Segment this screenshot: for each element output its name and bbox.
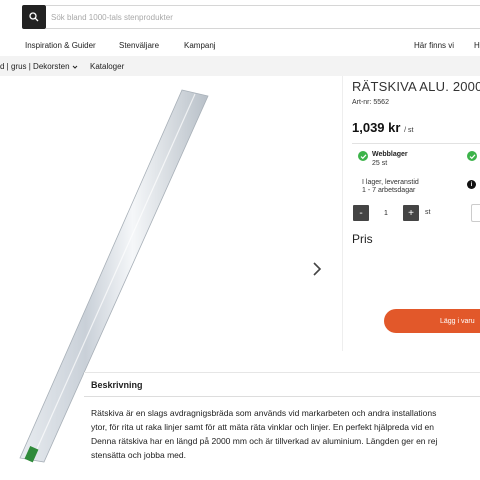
search-icon: [29, 12, 39, 22]
nav-item-stenvaljare[interactable]: Stenväljare: [119, 41, 159, 50]
check-circle-icon: [467, 151, 477, 161]
search-bar: [0, 0, 480, 38]
search-input[interactable]: [46, 6, 480, 28]
secondary-quantity-field[interactable]: [471, 204, 480, 222]
primary-nav: Inspiration & Guider Stenväljare Kampanj…: [0, 36, 480, 56]
next-image-button[interactable]: [312, 262, 322, 281]
description-line: ytor, för rita ut raka linjer samt för a…: [91, 422, 434, 432]
webblager-quantity: 25 st: [372, 160, 388, 167]
quantity-increase-button[interactable]: +: [403, 205, 419, 221]
pris-label: Pris: [352, 232, 373, 246]
check-circle-icon: [358, 151, 368, 161]
description-body: Rätskiva är en slags avdragnigsbräda som…: [91, 406, 480, 462]
description-line: stensätta och jobba med.: [91, 450, 186, 460]
product-price: 1,039 kr / st: [352, 120, 413, 135]
delivery-line-1: I lager, leveranstid: [362, 179, 419, 186]
info-icon[interactable]: i: [467, 180, 476, 189]
nav-item-dekorsten[interactable]: d | grus | Dekorsten: [0, 62, 78, 71]
divider: [84, 396, 480, 397]
nav-item-dekorsten-label: d | grus | Dekorsten: [0, 62, 70, 71]
quantity-decrease-button[interactable]: -: [353, 205, 369, 221]
quantity-input[interactable]: [370, 205, 402, 221]
description-line: Denna rätskiva har en längd på 2000 mm o…: [91, 436, 438, 446]
secondary-nav: d | grus | Dekorsten Kataloger: [0, 56, 480, 76]
description-heading: Beskrivning: [91, 380, 143, 390]
delivery-line-2: 1 - 7 arbetsdagar: [362, 187, 416, 194]
description-line: Rätskiva är en slags avdragnigsbräda som…: [91, 408, 437, 418]
price-value: 1,039 kr: [352, 120, 401, 135]
webblager-label: Webblager: [372, 151, 408, 158]
quantity-unit: st: [425, 209, 431, 216]
chevron-down-icon: [72, 65, 78, 69]
nav-item-har-finns-vi[interactable]: Här finns vi: [414, 41, 454, 50]
chevron-right-icon: [313, 262, 322, 276]
article-number: Art-nr: 5562: [352, 99, 389, 106]
product-title: RÄTSKIVA ALU. 2000M: [352, 79, 480, 94]
nav-item-cut-off[interactable]: H: [474, 41, 480, 50]
search-button[interactable]: [22, 5, 46, 29]
nav-item-inspiration[interactable]: Inspiration & Guider: [25, 41, 96, 50]
search-field-wrapper: [46, 5, 480, 29]
price-unit: / st: [404, 127, 414, 134]
add-to-cart-button[interactable]: Lägg i varu: [384, 309, 480, 333]
delivery-info: I lager, leveranstid 1 - 7 arbetsdagar: [362, 179, 462, 195]
nav-item-kataloger[interactable]: Kataloger: [90, 62, 124, 71]
nav-item-kampanj[interactable]: Kampanj: [184, 41, 216, 50]
